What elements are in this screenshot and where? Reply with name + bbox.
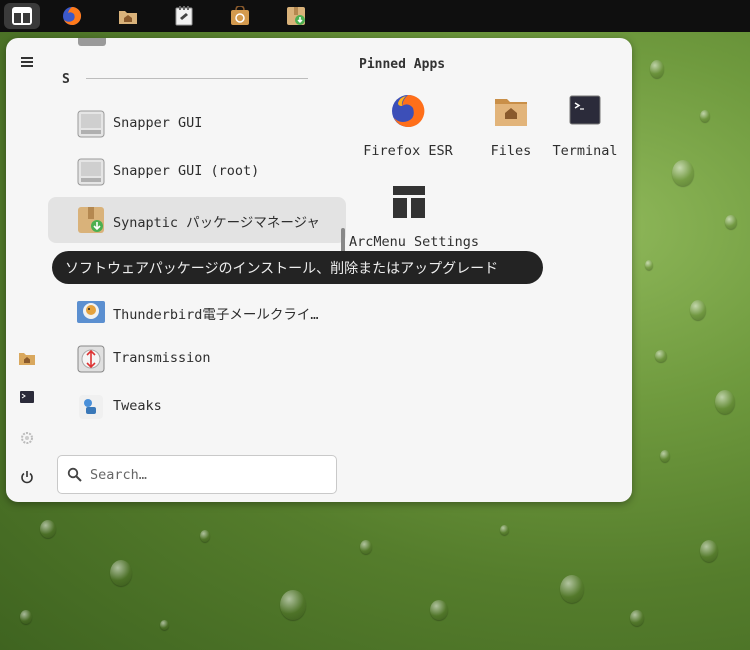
section-letter: S	[62, 72, 70, 87]
taskbar-files[interactable]	[110, 3, 146, 29]
partial-app-icon	[78, 38, 106, 46]
app-label: Snapper GUI (root)	[113, 163, 260, 179]
search-icon	[67, 467, 82, 482]
app-label: Transmission	[113, 350, 211, 366]
app-item-snapper-gui-root[interactable]: Snapper GUI (root)	[48, 149, 346, 195]
gedit-icon	[175, 6, 193, 26]
app-item-snapper-gui[interactable]: Snapper GUI	[48, 101, 346, 147]
pinned-app-terminal[interactable]: Terminal	[540, 93, 630, 159]
app-label: Thunderbird電子メールクライ…	[113, 307, 319, 323]
pinned-app-firefox[interactable]: Firefox ESR	[363, 93, 453, 159]
thunderbird-icon	[77, 301, 105, 323]
synaptic-icon	[287, 7, 305, 25]
search-box[interactable]	[57, 455, 337, 494]
pinned-apps-title: Pinned Apps	[359, 57, 446, 72]
arcmenu-settings-icon	[393, 186, 425, 218]
app-item-transmission[interactable]: Transmission	[48, 336, 346, 382]
home-folder-icon[interactable]	[17, 348, 37, 368]
section-header: S	[62, 72, 322, 87]
pinned-app-arcmenu-settings[interactable]: ArcMenu Settings	[349, 184, 480, 250]
section-divider	[86, 78, 308, 79]
app-item-synaptic[interactable]: Synaptic パッケージマネージャ	[48, 197, 346, 243]
pinned-app-label: Terminal	[552, 143, 618, 159]
top-panel	[0, 0, 750, 32]
app-list: S Snapper GUI Snapper GUI (root) Synapti…	[48, 38, 348, 448]
snapper-icon	[77, 158, 105, 186]
transmission-icon	[77, 345, 105, 373]
search-input[interactable]	[90, 464, 320, 486]
arcmenu-button[interactable]	[4, 3, 40, 29]
menu-sidebar	[6, 38, 48, 502]
tweaks-icon	[79, 395, 103, 419]
snapper-icon	[77, 110, 105, 138]
app-label: Snapper GUI	[113, 115, 203, 131]
arcmenu-icon	[12, 7, 32, 25]
synaptic-icon	[78, 207, 104, 233]
app-label: Synaptic パッケージマネージャ	[113, 215, 320, 231]
files-folder-icon	[495, 99, 527, 126]
app-tooltip: ソフトウェアパッケージのインストール、削除またはアップグレード	[52, 251, 543, 284]
settings-gear-icon[interactable]	[17, 428, 37, 448]
terminal-icon	[569, 95, 601, 125]
taskbar-firefox[interactable]	[54, 3, 90, 29]
firefox-icon	[63, 6, 82, 25]
taskbar-software[interactable]	[222, 3, 258, 29]
app-label: Tweaks	[113, 398, 162, 414]
firefox-icon	[392, 94, 425, 127]
hamburger-icon[interactable]	[17, 52, 37, 72]
pinned-app-label: ArcMenu Settings	[349, 234, 480, 250]
power-icon[interactable]	[17, 467, 37, 487]
home-folder-icon	[119, 11, 137, 24]
pinned-app-label: Firefox ESR	[363, 143, 453, 159]
taskbar-synaptic[interactable]	[278, 3, 314, 29]
app-item-tweaks[interactable]: Tweaks	[48, 384, 346, 430]
terminal-icon[interactable]	[17, 387, 37, 407]
software-center-icon	[231, 6, 249, 25]
app-item-thunderbird[interactable]: Thunderbird電子メールクライ…	[48, 289, 346, 335]
taskbar-gedit[interactable]	[166, 3, 202, 29]
